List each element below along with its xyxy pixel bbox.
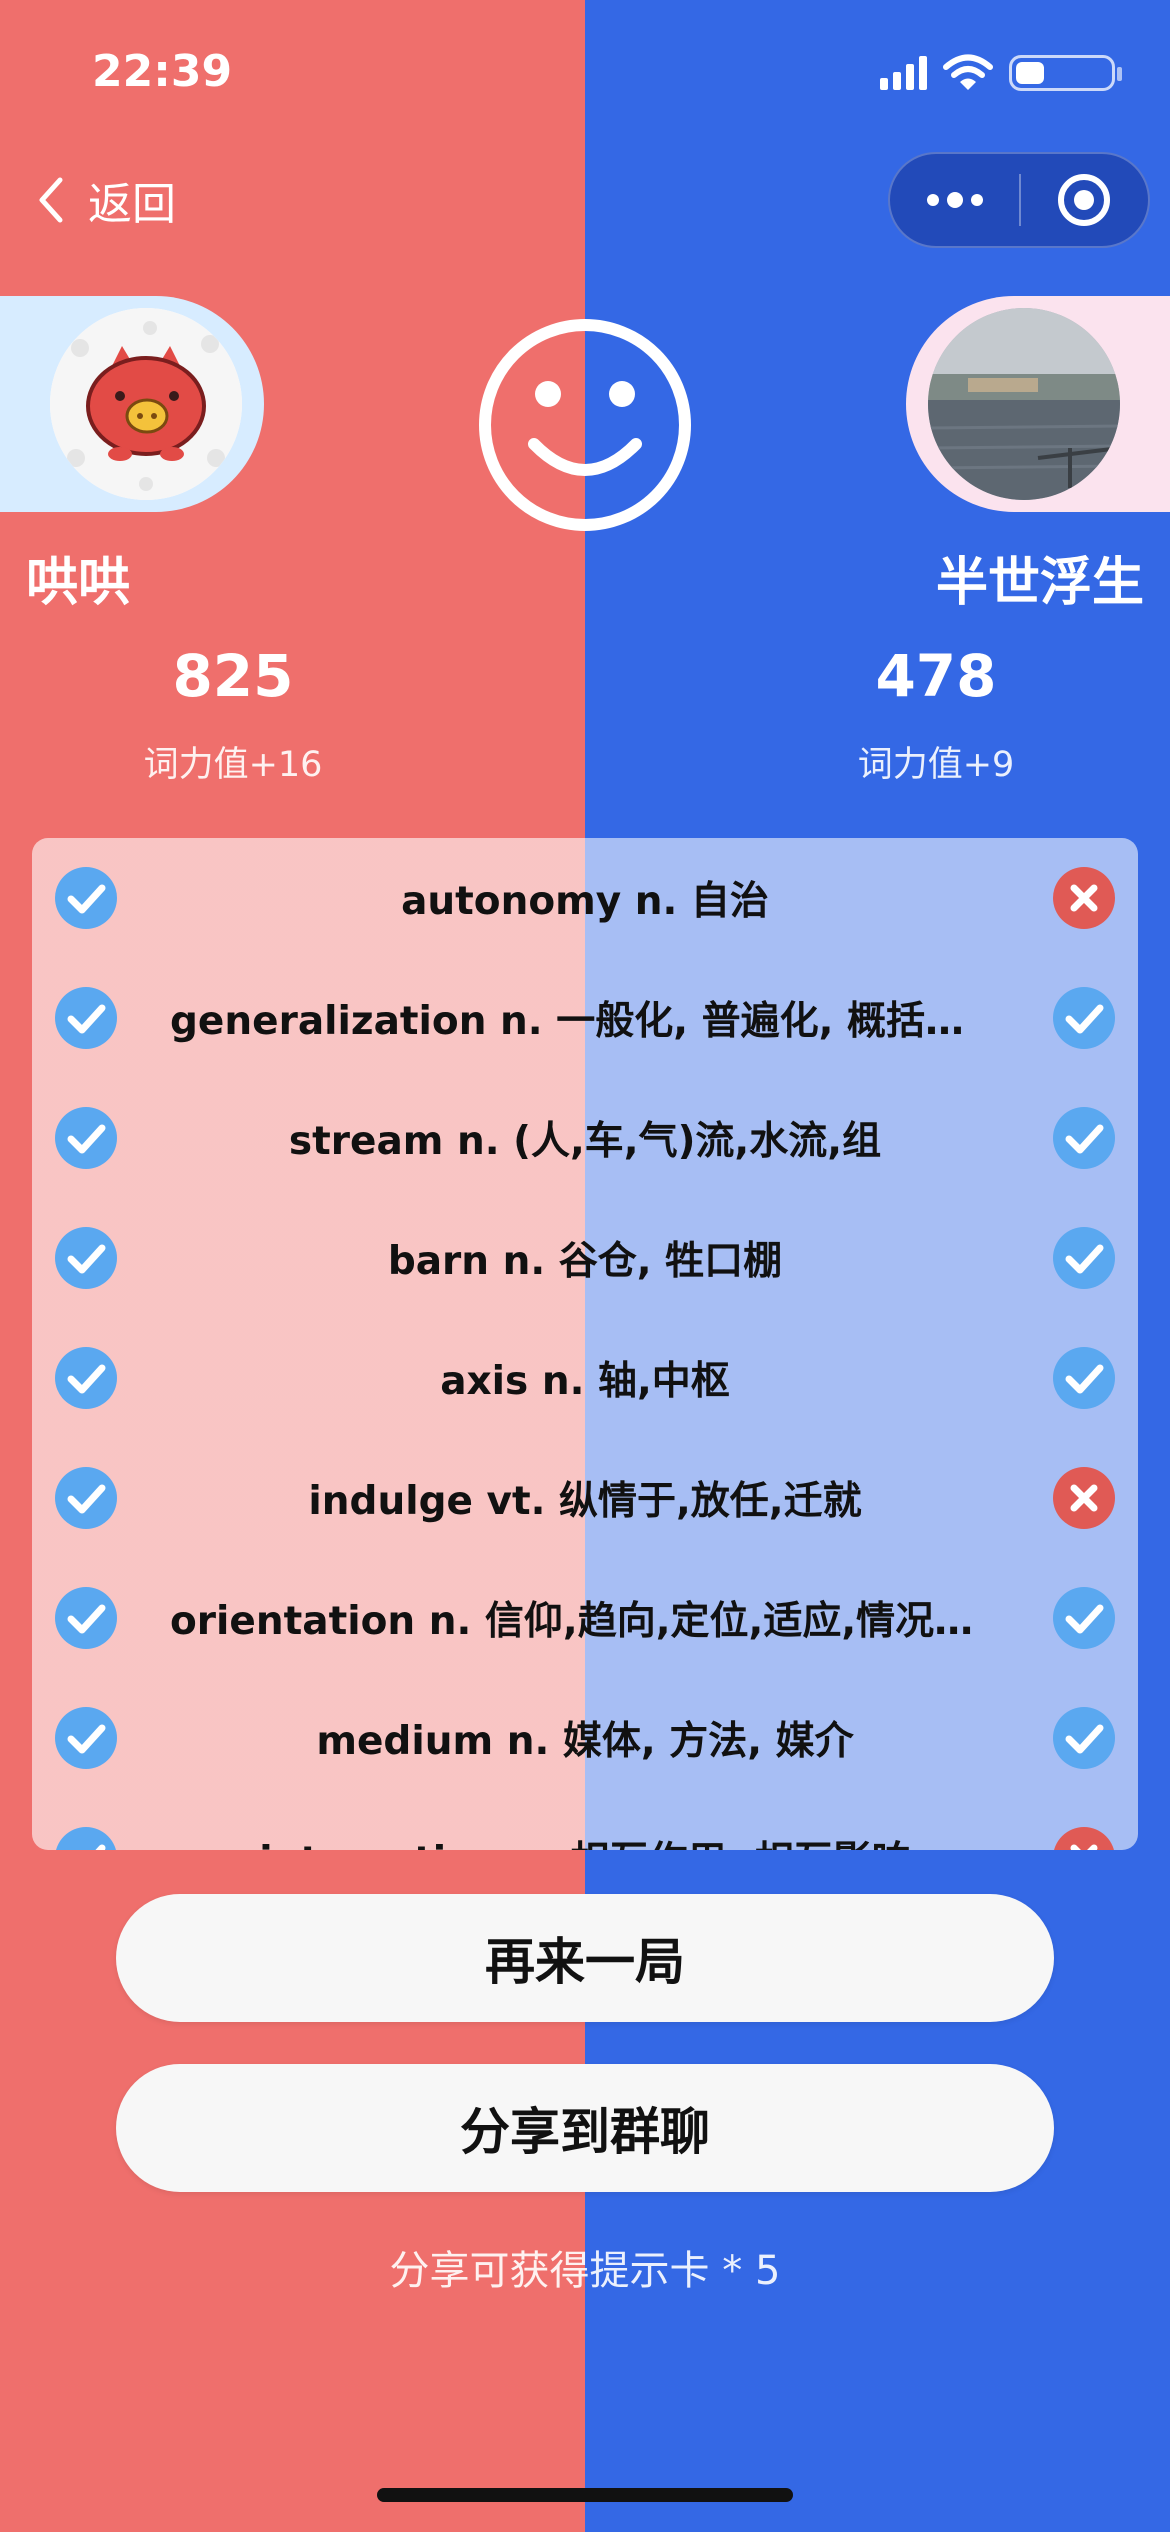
word-definition: generalization n. 一般化, 普遍化, 概括，... <box>170 999 1000 1044</box>
more-dots-icon <box>926 192 983 208</box>
check-circle-icon <box>55 1227 117 1289</box>
cross-circle-icon <box>1054 1827 1114 1850</box>
cross-circle-icon <box>1053 867 1115 929</box>
miniprogram-capsule <box>888 152 1150 248</box>
chevron-left-icon <box>39 177 63 223</box>
share-hint: 分享可获得提示卡 * 5 <box>389 2248 781 2294</box>
target-icon <box>1058 174 1111 226</box>
check-circle-icon <box>1053 1347 1115 1409</box>
close-miniprogram-button[interactable] <box>1021 154 1148 246</box>
word-definition: barn n. 谷仓, 牲口棚 <box>387 1239 783 1284</box>
left-player-score: 825 <box>172 642 294 710</box>
left-player-avatar[interactable] <box>50 308 242 500</box>
check-circle-icon <box>55 1467 117 1529</box>
check-circle-icon <box>1053 1587 1115 1649</box>
check-circle-icon <box>1053 987 1115 1049</box>
word-row[interactable]: barn n. 谷仓, 牲口棚 <box>32 1198 1138 1318</box>
check-circle-icon <box>55 1707 117 1769</box>
word-definition: medium n. 媒体, 方法, 媒介 <box>316 1719 854 1764</box>
status-icons <box>880 54 1122 92</box>
battery-level <box>1016 62 1044 84</box>
share-to-group-button[interactable]: 分享到群聊 <box>116 2064 1054 2192</box>
more-button[interactable] <box>890 154 1019 246</box>
word-definition: orientation n. 信仰,趋向,定位,适应,情况介绍 <box>170 1599 1000 1644</box>
right-player-score: 478 <box>875 642 997 710</box>
word-definition: autonomy n. 自治 <box>401 879 769 924</box>
smiley-face-icon <box>479 319 691 531</box>
left-player-name: 哄哄 <box>26 553 131 613</box>
back-button[interactable]: 返回 <box>36 168 176 232</box>
wifi-icon <box>943 54 993 90</box>
status-time: 22:39 <box>92 46 233 97</box>
left-player-gain: 词力值+16 <box>143 745 323 785</box>
word-row[interactable]: axis n. 轴,中枢 <box>32 1318 1138 1438</box>
home-indicator <box>377 2488 793 2502</box>
word-row[interactable]: generalization n. 一般化, 普遍化, 概括，... <box>32 958 1138 1078</box>
check-circle-icon <box>55 987 117 1049</box>
word-row[interactable]: interaction n. 相互作用, 相互影响 <box>32 1798 1138 1850</box>
check-circle-icon <box>55 1347 117 1409</box>
check-circle-icon <box>55 1107 117 1169</box>
check-circle-icon <box>1053 1707 1115 1769</box>
word-row[interactable]: medium n. 媒体, 方法, 媒介 <box>32 1678 1138 1798</box>
play-again-button[interactable]: 再来一局 <box>116 1894 1054 2022</box>
check-circle-icon <box>55 1587 117 1649</box>
right-player-avatar[interactable] <box>928 308 1120 500</box>
word-row[interactable]: autonomy n. 自治 <box>32 838 1138 958</box>
check-circle-icon <box>55 867 117 929</box>
word-definition: axis n. 轴,中枢 <box>440 1359 730 1404</box>
right-player-gain: 词力值+9 <box>857 745 1015 785</box>
signal-icon <box>880 56 927 90</box>
cross-circle-icon <box>1053 1467 1115 1529</box>
lake-photo-icon <box>928 308 1120 500</box>
right-player-name: 半世浮生 <box>935 553 1144 613</box>
check-circle-icon <box>56 1827 116 1850</box>
check-circle-icon <box>1053 1107 1115 1169</box>
word-results-list[interactable]: autonomy n. 自治 generalization n. 一般化, 普遍化… <box>32 838 1138 1850</box>
word-definition: indulge vt. 纵情于,放任,迁就 <box>308 1479 862 1524</box>
word-row[interactable]: orientation n. 信仰,趋向,定位,适应,情况介绍 <box>32 1558 1138 1678</box>
word-definition: interaction n. 相互作用, 相互影响 <box>259 1830 911 1850</box>
check-circle-icon <box>1053 1227 1115 1289</box>
pig-avatar-icon <box>50 308 242 500</box>
word-row[interactable]: indulge vt. 纵情于,放任,迁就 <box>32 1438 1138 1558</box>
battery-icon <box>1009 55 1122 91</box>
word-row[interactable]: stream n. (人,车,气)流,水流,组 <box>32 1078 1138 1198</box>
word-definition: stream n. (人,车,气)流,水流,组 <box>288 1119 882 1164</box>
back-label: 返回 <box>88 179 176 230</box>
